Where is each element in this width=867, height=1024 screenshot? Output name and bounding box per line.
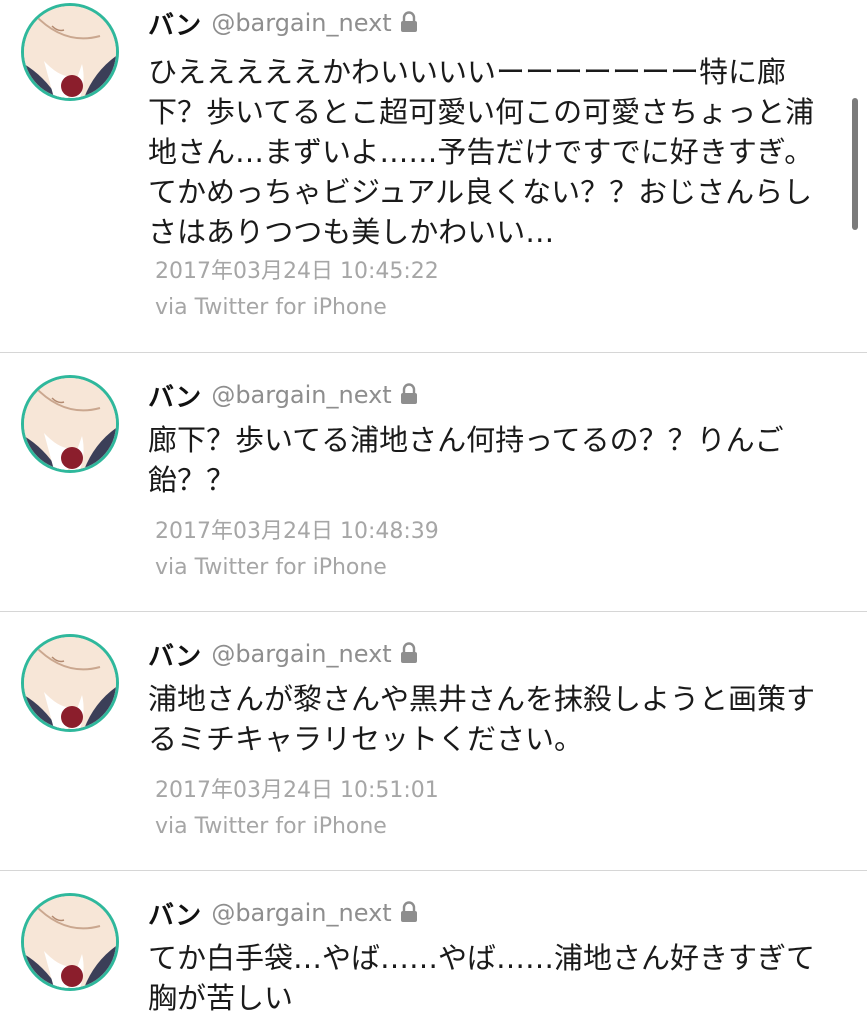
tweet-header: バン @bargain_next (148, 5, 418, 42)
avatar-illustration (24, 896, 116, 988)
avatar-illustration (24, 6, 116, 98)
tweet-item[interactable]: バン @bargain_next 廊下？歩いてる浦地さん何持ってるの？？りんご飴… (0, 353, 867, 611)
avatar-illustration (24, 637, 116, 729)
user-handle[interactable]: @bargain_next (211, 640, 391, 668)
tweet-timestamp[interactable]: 2017年03月24日 10:51:01 (155, 772, 439, 804)
avatar[interactable] (21, 634, 119, 732)
user-handle[interactable]: @bargain_next (211, 899, 391, 927)
avatar-illustration (24, 378, 116, 470)
avatar[interactable] (21, 893, 119, 991)
vertical-scrollbar[interactable] (852, 98, 858, 230)
tweet-item[interactable]: バン @bargain_next ひえええええかわいいいいーーーーーーー特に廊下… (0, 0, 867, 352)
tweet-timestamp[interactable]: 2017年03月24日 10:45:22 (155, 253, 439, 285)
avatar[interactable] (21, 3, 119, 101)
user-handle[interactable]: @bargain_next (211, 9, 391, 37)
display-name[interactable]: バン (148, 377, 201, 414)
tweet-text: ひえええええかわいいいいーーーーーーー特に廊下？歩いてるとこ超可愛い何この可愛さ… (148, 55, 815, 249)
tweet-item[interactable]: バン @bargain_next 浦地さんが黎さんや黒井さんを抹殺しようと画策す… (0, 612, 867, 870)
display-name[interactable]: バン (148, 5, 201, 42)
tweet-text: 廊下？歩いてる浦地さん何持ってるの？？りんご飴？？ (148, 423, 784, 497)
tweet-header: バン @bargain_next (148, 377, 418, 414)
tweet-source: via Twitter for iPhone (155, 295, 387, 320)
tweet-item[interactable]: バン @bargain_next てか白手袋…やば……やば……浦地さん好きすぎて… (0, 871, 867, 1024)
tweet-text: 浦地さんが黎さんや黒井さんを抹殺しようと画策するミチキャラリセットください。 (148, 682, 816, 756)
tweet-timestamp[interactable]: 2017年03月24日 10:48:39 (155, 513, 439, 545)
lock-icon (400, 901, 417, 922)
tweet-source: via Twitter for iPhone (155, 814, 387, 839)
lock-icon (400, 11, 417, 32)
display-name[interactable]: バン (148, 636, 201, 673)
avatar[interactable] (21, 375, 119, 473)
tweet-text: てか白手袋…やば……やば……浦地さん好きすぎて胸が苦しい (148, 941, 816, 1015)
lock-icon (400, 642, 417, 663)
tweet-header: バン @bargain_next (148, 895, 418, 932)
tweet-source: via Twitter for iPhone (155, 555, 387, 580)
lock-icon (400, 383, 417, 404)
display-name[interactable]: バン (148, 895, 201, 932)
tweet-header: バン @bargain_next (148, 636, 418, 673)
user-handle[interactable]: @bargain_next (211, 381, 391, 409)
